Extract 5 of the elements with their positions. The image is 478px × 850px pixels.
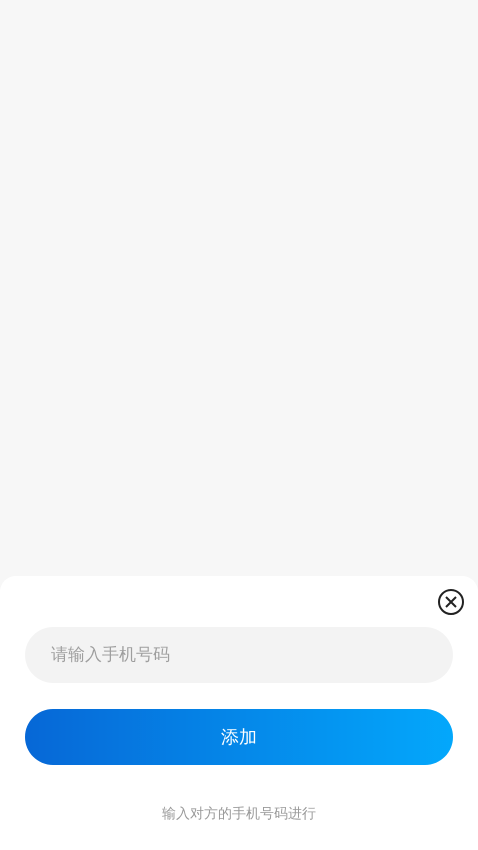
close-button[interactable] [437, 588, 465, 616]
close-icon [437, 588, 465, 616]
hint-text: 输入对方的手机号码进行 [161, 805, 317, 823]
add-button[interactable]: 添加 [25, 709, 453, 765]
phone-input-field[interactable]: 请输入手机号码 [25, 627, 453, 683]
